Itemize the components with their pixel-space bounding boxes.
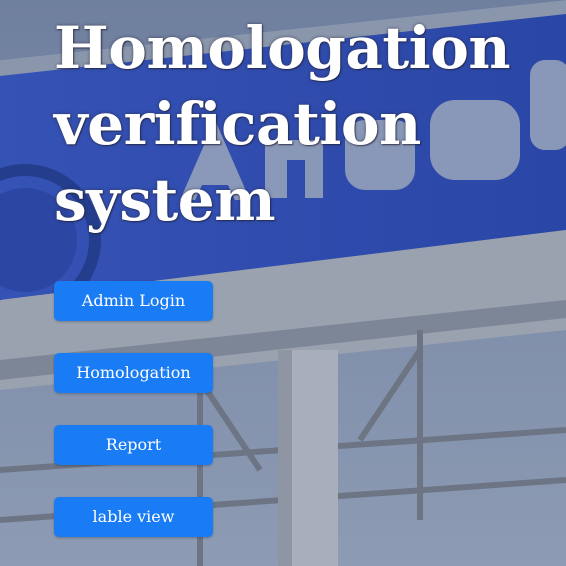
admin-login-button[interactable]: Admin Login xyxy=(54,281,213,321)
main-menu: Admin Login Homologation Report lable vi… xyxy=(54,281,213,566)
label-view-button[interactable]: lable view xyxy=(54,497,213,537)
app-screen: Homologation verification system Admin L… xyxy=(0,0,566,566)
report-button[interactable]: Report xyxy=(54,425,213,465)
page-title: Homologation verification system xyxy=(54,14,511,234)
homologation-button[interactable]: Homologation xyxy=(54,353,213,393)
